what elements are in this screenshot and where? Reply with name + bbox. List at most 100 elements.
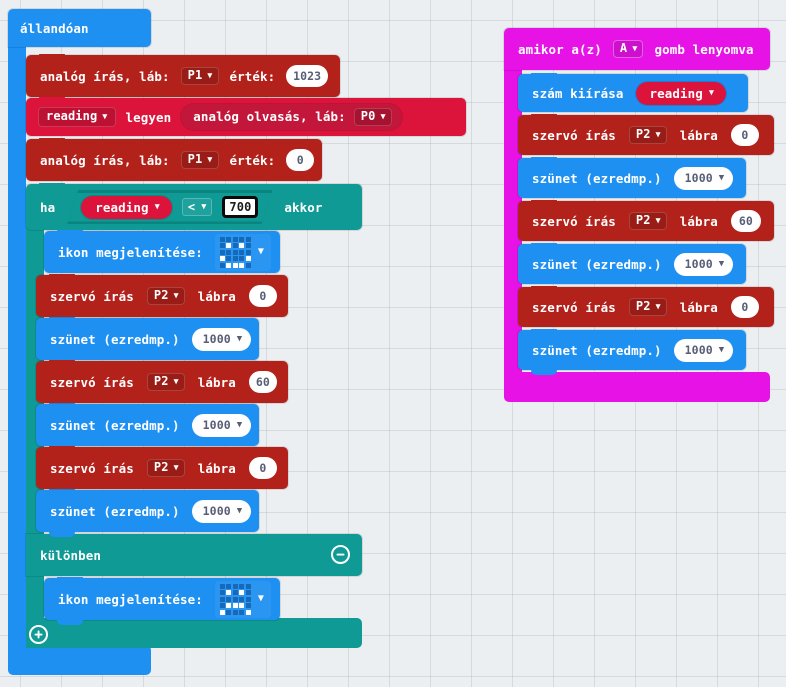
servo-write-block[interactable]: szervó írás P2 ▼ lábra 0: [518, 286, 774, 327]
comparison-operator-dropdown[interactable]: < ▼: [182, 198, 213, 216]
chevron-down-icon: ▼: [718, 258, 725, 269]
plus-circle-icon[interactable]: [29, 625, 48, 644]
pause-block[interactable]: szünet (ezredmp.) 1000 ▼: [518, 329, 746, 375]
compare-value-input[interactable]: 700: [222, 196, 258, 218]
else-header[interactable]: különben: [26, 534, 362, 576]
servo-to-label: lábra: [679, 127, 718, 143]
pause-block[interactable]: szünet (ezredmp.) 1000 ▼: [36, 489, 259, 537]
pause-duration-dropdown[interactable]: 1000 ▼: [673, 166, 734, 190]
servo-write-label: szervó írás: [532, 213, 616, 229]
forever-block-header[interactable]: állandóan: [8, 9, 151, 47]
analog-write-pin-label: analóg írás, láb:: [40, 68, 170, 84]
analog-write-pin-dropdown[interactable]: P1 ▼: [180, 67, 219, 85]
pause-block[interactable]: szünet (ezredmp.) 1000 ▼: [518, 243, 746, 284]
comparison-boolean[interactable]: reading ▼ < ▼ 700: [67, 190, 272, 224]
servo-write-block[interactable]: szervó írás P2 ▼ lábra 0: [518, 114, 774, 155]
pause-duration-dropdown[interactable]: 1000 ▼: [191, 499, 252, 523]
servo-angle-input[interactable]: 60: [248, 371, 277, 393]
servo-to-label: lábra: [679, 213, 718, 229]
analog-read-pin-dropdown[interactable]: P0 ▼: [353, 108, 392, 126]
servo-pin-dropdown[interactable]: P2 ▼: [628, 126, 667, 144]
chevron-down-icon: ▼: [655, 129, 661, 140]
show-number-variable: reading: [649, 85, 703, 101]
on-button-header[interactable]: amikor a(z) A ▼ gomb lenyomva: [504, 28, 770, 70]
servo-pin-value: P2: [153, 460, 169, 475]
analog-write-pin-value: P1: [187, 68, 203, 83]
chevron-down-icon: ▼: [207, 154, 213, 165]
if-label: ha: [40, 199, 56, 215]
servo-pin-dropdown[interactable]: P2 ▼: [146, 287, 185, 305]
analog-write-block-1[interactable]: analóg írás, láb: P1 ▼ érték: 1023: [26, 54, 340, 97]
servo-angle-input[interactable]: 0: [730, 296, 759, 318]
minus-circle-icon[interactable]: [331, 545, 350, 564]
analog-write-value-label: érték:: [229, 152, 276, 168]
show-icon-label: ikon megjelenítése:: [58, 591, 203, 607]
servo-write-block[interactable]: szervó írás P2 ▼ lábra 0: [36, 274, 288, 317]
show-number-block[interactable]: szám kiírása reading ▼: [518, 73, 748, 112]
pause-label: szünet (ezredmp.): [532, 342, 662, 358]
show-number-variable-reporter[interactable]: reading ▼: [635, 81, 727, 105]
forever-block-footer: [8, 645, 151, 675]
servo-pin-value: P2: [635, 213, 651, 228]
pause-duration-dropdown[interactable]: 1000 ▼: [191, 327, 252, 351]
pause-block[interactable]: szünet (ezredmp.) 1000 ▼: [518, 157, 746, 198]
servo-write-block[interactable]: szervó írás P2 ▼ lábra 60: [518, 200, 774, 241]
chevron-down-icon: ▼: [173, 376, 179, 387]
servo-pin-value: P2: [635, 299, 651, 314]
analog-write-pin-label: analóg írás, láb:: [40, 152, 170, 168]
set-variable-to-label: legyen: [125, 109, 172, 125]
servo-write-label: szervó írás: [532, 299, 616, 315]
on-button-prefix-label: amikor a(z): [518, 41, 602, 57]
pause-block[interactable]: szünet (ezredmp.) 1000 ▼: [36, 317, 259, 360]
analog-write-block-2[interactable]: analóg írás, láb: P1 ▼ érték: 0: [26, 138, 322, 181]
servo-write-block[interactable]: szervó írás P2 ▼ lábra 60: [36, 360, 288, 403]
set-variable-block[interactable]: reading ▼ legyen analóg olvasás, láb: P0…: [26, 97, 466, 136]
chevron-down-icon: ▼: [632, 43, 638, 54]
chevron-down-icon: ▼: [154, 201, 160, 212]
show-icon-block-then[interactable]: ikon megjelenítése: ▼: [44, 230, 280, 273]
sad-face-icon: [219, 583, 251, 615]
pause-label: szünet (ezredmp.): [50, 503, 180, 519]
condition-variable-reporter[interactable]: reading ▼: [81, 196, 172, 219]
servo-angle-input[interactable]: 0: [248, 285, 277, 307]
chevron-down-icon: ▼: [380, 111, 386, 122]
if-header[interactable]: ha reading ▼ < ▼ 700 akkor: [26, 183, 362, 230]
led-matrix-dropdown-else[interactable]: ▼: [214, 580, 272, 618]
servo-to-label: lábra: [679, 299, 718, 315]
servo-angle-input[interactable]: 0: [730, 124, 759, 146]
pause-duration-value: 1000: [202, 332, 231, 346]
analog-read-label: analóg olvasás, láb:: [193, 109, 346, 125]
servo-write-label: szervó írás: [50, 460, 134, 476]
analog-write-value-input[interactable]: 0: [286, 149, 315, 171]
servo-pin-value: P2: [153, 288, 169, 303]
analog-read-reporter[interactable]: analóg olvasás, láb: P0 ▼: [181, 104, 402, 130]
servo-pin-dropdown[interactable]: P2 ▼: [628, 212, 667, 230]
servo-write-label: szervó írás: [532, 127, 616, 143]
servo-angle-input[interactable]: 60: [730, 210, 761, 232]
servo-write-block[interactable]: szervó írás P2 ▼ lábra 0: [36, 446, 288, 489]
pause-label: szünet (ezredmp.): [50, 331, 180, 347]
pause-duration-dropdown[interactable]: 1000 ▼: [191, 413, 252, 437]
set-variable-dropdown[interactable]: reading ▼: [38, 107, 116, 127]
button-select-dropdown[interactable]: A ▼: [612, 40, 644, 58]
chevron-down-icon: ▼: [257, 246, 265, 257]
pause-duration-value: 1000: [684, 343, 713, 357]
pause-block[interactable]: szünet (ezredmp.) 1000 ▼: [36, 403, 259, 446]
servo-pin-dropdown[interactable]: P2 ▼: [146, 373, 185, 391]
analog-write-value-input[interactable]: 1023: [286, 65, 328, 87]
on-button-suffix-label: gomb lenyomva: [654, 41, 754, 57]
chevron-down-icon: ▼: [173, 462, 179, 473]
show-icon-block-else[interactable]: ikon megjelenítése: ▼: [44, 577, 280, 625]
pause-duration-dropdown[interactable]: 1000 ▼: [673, 252, 734, 276]
led-matrix-dropdown-then[interactable]: ▼: [214, 233, 272, 271]
on-button-footer: [504, 372, 770, 402]
servo-pin-dropdown[interactable]: P2 ▼: [628, 298, 667, 316]
show-number-label: szám kiírása: [532, 85, 624, 101]
analog-write-pin-dropdown[interactable]: P1 ▼: [180, 151, 219, 169]
servo-angle-input[interactable]: 0: [248, 457, 277, 479]
condition-variable-name: reading: [95, 199, 149, 215]
servo-pin-dropdown[interactable]: P2 ▼: [146, 459, 185, 477]
analog-write-value-label: érték:: [229, 68, 276, 84]
pause-duration-value: 1000: [202, 418, 231, 432]
pause-duration-dropdown[interactable]: 1000 ▼: [673, 338, 734, 362]
